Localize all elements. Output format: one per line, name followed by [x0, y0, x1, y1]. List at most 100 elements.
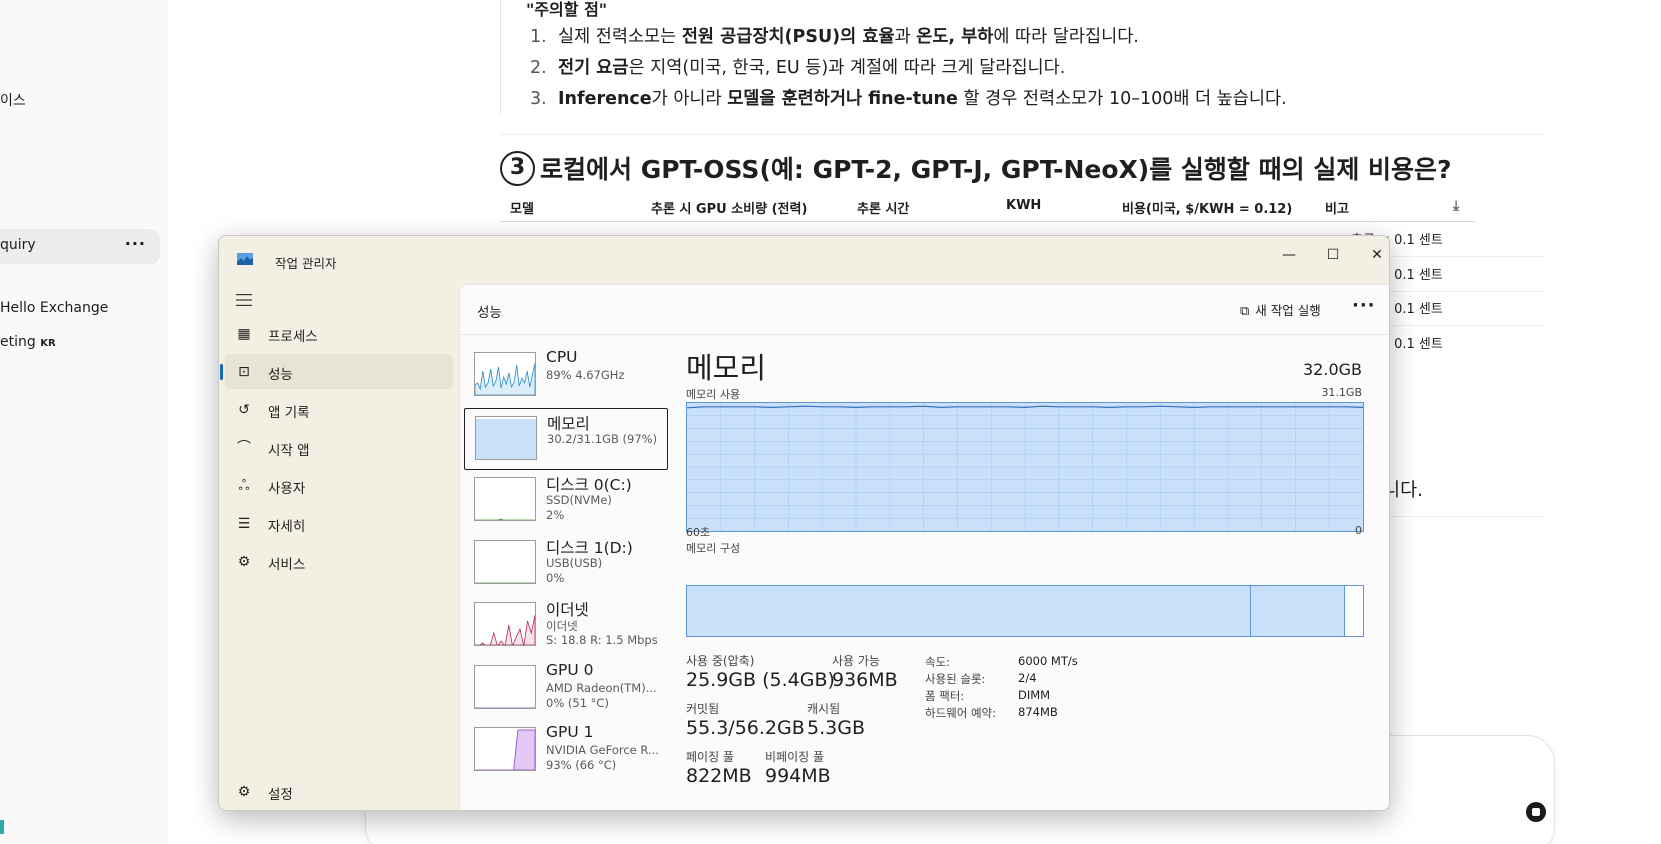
spec-key: 사용된 슬롯:: [925, 672, 986, 686]
memory-usage-chart: [686, 402, 1364, 532]
minimize-button[interactable]: —: [1267, 242, 1311, 268]
perf-item-name: 메모리: [547, 414, 590, 433]
note-emphasis: Inference: [558, 89, 652, 109]
sidebar-item-label: quiry: [0, 237, 36, 253]
sparkline-area: [475, 614, 535, 645]
quote-bar: [500, 0, 501, 114]
nav-item-performance[interactable]: ⊡ 성능: [220, 354, 453, 389]
spec-key: 하드웨어 예약:: [925, 706, 997, 720]
nav-item-history[interactable]: ↺ 앱 기록: [225, 392, 453, 427]
in-use-label: 사용 중(압축): [686, 654, 755, 668]
perf-item-name: CPU: [546, 348, 578, 366]
cpu-sparkline: [474, 352, 536, 396]
more-options-button[interactable]: ···: [1352, 295, 1376, 316]
spec-value: 2/4: [1018, 671, 1037, 685]
perf-item-sub2: S: 18.8 R: 1.5 Mbps: [546, 633, 658, 647]
sidebar-item-meeting[interactable]: eting KR: [0, 334, 56, 350]
perf-item-gpu1[interactable]: GPU 1 NVIDIA GeForce R... 93% (66 °C): [464, 720, 668, 782]
spec-key: 폼 팩터:: [925, 689, 965, 703]
sparkline-area: [475, 729, 535, 770]
nav-item-startup[interactable]: ⌒ 시작 앱: [225, 430, 453, 465]
notes-list: 1. 실제 전력소모는 전원 공급장치(PSU)의 효율과 온도, 부하에 따라 …: [530, 22, 1287, 115]
usage-chart-label: 메모리 사용: [686, 388, 741, 401]
column-header: KWH: [1006, 198, 1042, 213]
column-header: 모델: [510, 202, 534, 217]
hamburger-menu-icon[interactable]: [235, 293, 253, 307]
perf-item-name: 디스크 0(C:): [546, 476, 632, 494]
column-header: 비용(미국, $/KWH = 0.12): [1122, 202, 1293, 217]
services-icon: ⚙: [237, 554, 251, 570]
run-new-task-label: 새 작업 실행: [1255, 303, 1321, 318]
nav-item-label: 설정: [268, 787, 293, 803]
more-options-icon[interactable]: ···: [125, 234, 146, 253]
perf-item-sub2: 0% (51 °C): [546, 695, 609, 710]
note-number: 3.: [530, 89, 547, 109]
cached-value: 5.3GB: [807, 717, 865, 739]
perf-item-disk0[interactable]: 디스크 0(C:) SSD(NVMe) 2%: [464, 470, 668, 532]
perf-item-name: GPU 0: [546, 660, 594, 679]
perf-item-gpu0[interactable]: GPU 0 AMD Radeon(TM)... 0% (51 °C): [464, 658, 668, 720]
nav-item-label: 성능: [268, 367, 293, 383]
perf-item-memory[interactable]: 메모리 30.2/31.1GB (97%): [464, 407, 668, 470]
perf-item-ethernet[interactable]: 이더넷 이더넷 S: 18.8 R: 1.5 Mbps: [464, 595, 668, 657]
paged-pool-label: 페이징 풀: [686, 750, 734, 764]
close-button[interactable]: ✕: [1355, 242, 1389, 268]
title-bar[interactable]: 작업 관리자 — ☐ ✕: [219, 236, 1389, 276]
usage-chart-max: 31.1GB: [1321, 386, 1362, 399]
page-title: 성능: [477, 305, 502, 321]
disk0-sparkline: [474, 477, 536, 521]
sidebar-item-active[interactable]: quiry ···: [0, 229, 160, 264]
committed-value: 55.3/56.2GB: [686, 717, 805, 739]
nav-item-processes[interactable]: ▦ 프로세스: [225, 316, 453, 351]
maximize-button[interactable]: ☐: [1311, 242, 1355, 268]
perf-item-sub2: 2%: [546, 508, 565, 522]
run-new-task-button[interactable]: ⧉ 새 작업 실행: [1240, 300, 1321, 319]
download-icon[interactable]: ⤓: [1453, 198, 1459, 214]
memory-sparkline-graph: [476, 418, 536, 459]
perf-item-disk1[interactable]: 디스크 1(D:) USB(USB) 0%: [464, 533, 668, 595]
note-text: 실제 전력소모는: [558, 27, 682, 47]
sidebar-item-hello-exchange[interactable]: Hello Exchange: [0, 300, 108, 316]
memory-composition-bar: [686, 585, 1364, 637]
section-title: 로컬에서 GPT-OSS(예: GPT-2, GPT-J, GPT-NeoX)를…: [540, 155, 1452, 184]
paged-pool-value: 822MB: [686, 765, 752, 787]
settings-gear-icon: ⚙: [237, 784, 251, 800]
performance-icon: ⊡: [238, 364, 250, 380]
nav-item-label: 서비스: [268, 557, 306, 573]
note-text: 할 경우 전력소모가 10–100배 더 높습니다.: [957, 89, 1287, 109]
note-item: 2. 전기 요금은 지역(미국, 한국, EU 등)과 계절에 따라 크게 달라집…: [530, 53, 1287, 84]
detail-title: 메모리: [686, 351, 767, 385]
content-header: 성능 ⧉ 새 작업 실행 ···: [460, 285, 1389, 335]
chat-sidebar: 이스 quiry ··· Hello Exchange eting KR: [0, 0, 168, 844]
perf-item-sub2: 93% (66 °C): [546, 758, 617, 772]
perf-item-name: GPU 1: [546, 723, 594, 741]
nav-item-services[interactable]: ⚙ 서비스: [225, 544, 453, 579]
nav-item-users[interactable]: ஃ 사용자: [225, 468, 453, 503]
perf-item-cpu[interactable]: CPU 89% 4.67GHz: [464, 345, 668, 407]
disk1-sparkline: [474, 539, 536, 584]
sidebar-item-1[interactable]: 이스: [0, 90, 26, 110]
perf-item-sub1: AMD Radeon(TM)...: [546, 680, 657, 695]
gpu1-sparkline-graph: [475, 729, 535, 770]
stop-generating-button[interactable]: [1526, 802, 1546, 822]
column-header: 비고: [1325, 202, 1349, 217]
sidebar-item-label: 이스: [0, 93, 26, 109]
nav-item-label: 사용자: [268, 481, 306, 497]
nav-item-settings[interactable]: ⚙ 설정: [225, 774, 453, 809]
perf-item-sub1: SSD(NVMe): [546, 493, 612, 507]
note-number: 2.: [530, 58, 547, 78]
task-manager-logo-icon: [237, 253, 253, 265]
sparkline-area: [475, 362, 535, 395]
spec-value: 874MB: [1018, 705, 1058, 719]
composition-label: 메모리 구성: [686, 542, 741, 555]
nav-item-details[interactable]: ☰ 자세히: [225, 506, 453, 541]
language-tag: KR: [40, 338, 56, 349]
available-value: 936MB: [832, 669, 898, 691]
perf-item-sub2: 0%: [546, 570, 565, 585]
note-text: 에 따라 달라집니다.: [993, 27, 1139, 47]
note-text: 가 아니라: [651, 89, 728, 109]
note-emphasis: 모델을 훈련하거나 fine-tune: [727, 89, 958, 109]
column-header: 추론 시 GPU 소비량 (전력): [651, 202, 808, 217]
sparkline-area: [475, 518, 535, 520]
details-icon: ☰: [237, 516, 251, 532]
